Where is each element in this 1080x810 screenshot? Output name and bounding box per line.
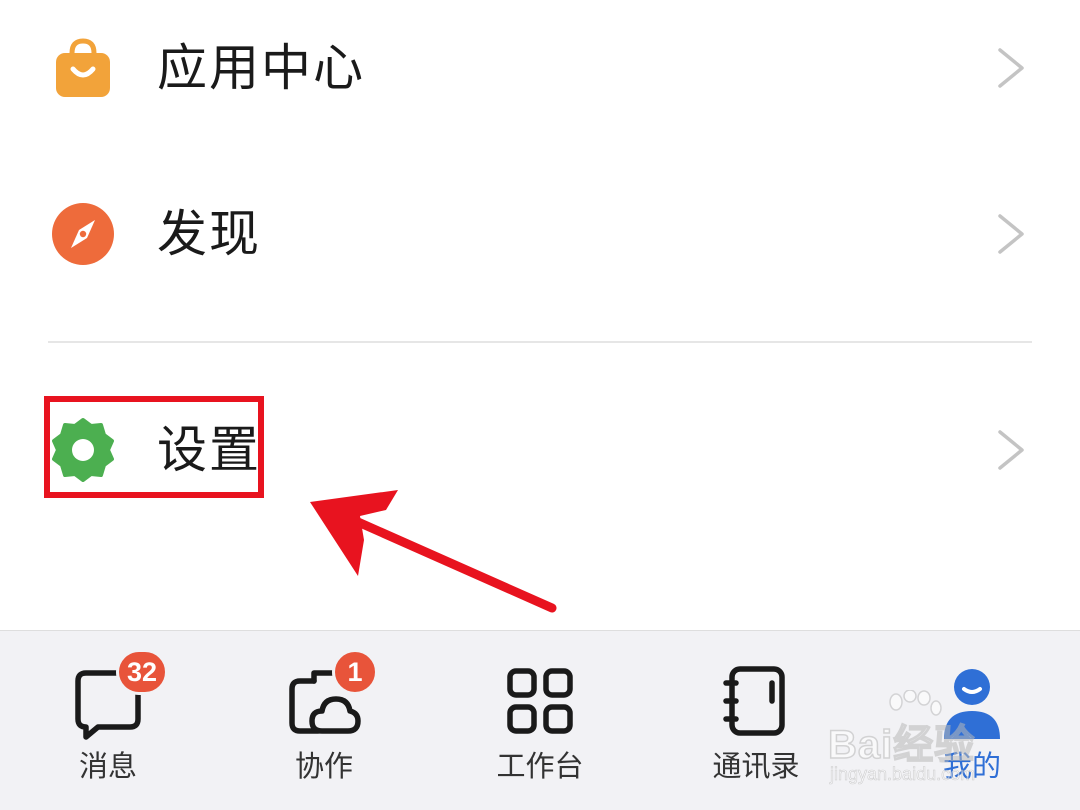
menu-item-label: 发现	[157, 205, 261, 263]
tab-mine[interactable]: 我的	[864, 631, 1080, 810]
profile-icon	[944, 669, 1000, 739]
chevron-right-icon	[998, 214, 1024, 254]
tab-workbench[interactable]: 工作台	[432, 631, 648, 810]
tab-label: 我的	[942, 749, 1001, 783]
chevron-right-icon	[998, 430, 1024, 470]
tab-contacts[interactable]: 通讯录	[648, 631, 864, 810]
tab-label: 工作台	[496, 749, 584, 783]
menu-item-app-center[interactable]: 应用中心	[0, 0, 1080, 148]
shopping-bag-icon	[50, 35, 116, 101]
tab-collaboration[interactable]: 1 协作	[216, 631, 432, 810]
tab-messages[interactable]: 32 消息	[0, 631, 216, 810]
section-divider	[48, 341, 1032, 343]
unread-badge: 32	[116, 649, 169, 695]
pointer-arrow	[310, 490, 557, 613]
unread-badge: 1	[332, 649, 378, 695]
chevron-right-icon	[998, 48, 1024, 88]
tab-label: 协作	[294, 749, 353, 783]
tab-label: 消息	[78, 749, 137, 783]
highlight-box	[44, 396, 264, 498]
contacts-book-icon	[723, 666, 785, 736]
bottom-tab-bar: 32 消息 1 协作 工作台 通讯录 我的	[0, 630, 1080, 810]
workbench-grid-icon	[507, 668, 573, 734]
mine-page: 应用中心 发现 设置 32 消息 1 协作 工作台 通讯录 我的 Bai经验 j…	[0, 0, 1080, 810]
menu-item-discover[interactable]: 发现	[0, 154, 1080, 314]
compass-icon	[50, 201, 116, 267]
tab-label: 通讯录	[712, 749, 800, 783]
menu-item-label: 应用中心	[157, 39, 365, 97]
